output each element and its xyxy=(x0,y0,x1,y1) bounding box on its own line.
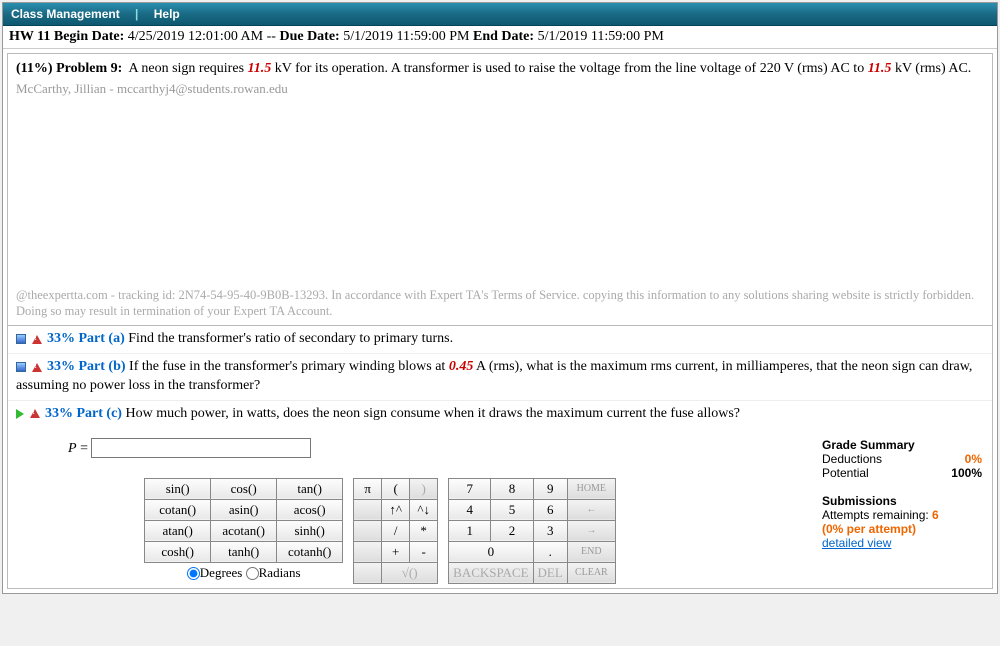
student-info: McCarthy, Jillian - mccarthyj4@students.… xyxy=(8,81,992,101)
key-atan[interactable]: atan() xyxy=(145,520,211,541)
key-home[interactable]: HOME xyxy=(567,478,615,499)
problem-box: (11%) Problem 9: A neon sign requires 11… xyxy=(7,53,993,589)
begin-date: 4/25/2019 12:01:00 AM xyxy=(128,29,263,44)
grade-summary: Grade Summary Deductions0% Potential100%… xyxy=(822,438,982,550)
end-label: End Date: xyxy=(473,29,534,44)
key-del[interactable]: DEL xyxy=(533,562,567,583)
key-3[interactable]: 3 xyxy=(533,520,567,541)
key-5[interactable]: 5 xyxy=(491,499,533,520)
menu-class-management[interactable]: Class Management xyxy=(11,7,120,21)
menu-bar: Class Management | Help xyxy=(3,3,997,26)
key-7[interactable]: 7 xyxy=(449,478,491,499)
status-icon xyxy=(16,362,26,372)
key-2[interactable]: 2 xyxy=(491,520,533,541)
value-fuse-current: 0.45 xyxy=(449,359,474,374)
key-8[interactable]: 8 xyxy=(491,478,533,499)
key-sin[interactable]: sin() xyxy=(145,478,211,499)
key-power-up[interactable]: ↑^ xyxy=(382,499,410,520)
part-b-row[interactable]: 33% Part (b) If the fuse in the transfor… xyxy=(8,353,992,400)
potential-value: 100% xyxy=(951,466,982,480)
menu-help[interactable]: Help xyxy=(154,7,180,21)
key-cos[interactable]: cos() xyxy=(211,478,277,499)
date-sep: -- xyxy=(267,29,276,44)
value-voltage-1: 11.5 xyxy=(248,61,272,76)
key-cosh[interactable]: cosh() xyxy=(145,541,211,562)
per-attempt: (0% per attempt) xyxy=(822,522,982,536)
key-6[interactable]: 6 xyxy=(533,499,567,520)
key-pi[interactable]: π xyxy=(354,478,382,499)
key-tan[interactable]: tan() xyxy=(277,478,343,499)
warning-icon xyxy=(32,363,42,372)
number-keypad: 789HOME 456← 123→ 0.END BACKSPACEDELCLEA… xyxy=(448,478,616,584)
answer-area: P = sin()cos()tan() cotan()asin()acos() … xyxy=(8,428,992,588)
key-plus[interactable]: + xyxy=(382,541,410,562)
warning-icon xyxy=(30,409,40,418)
key-blank xyxy=(354,499,382,520)
key-cotan[interactable]: cotan() xyxy=(145,499,211,520)
symbol-keypad: π() ↑^^↓ /* +- √() xyxy=(353,478,438,584)
key-4[interactable]: 4 xyxy=(449,499,491,520)
end-date: 5/1/2019 11:59:00 PM xyxy=(538,29,664,44)
due-date: 5/1/2019 11:59:00 PM xyxy=(343,29,469,44)
variable-label: P xyxy=(68,441,77,456)
hw-title: HW 11 xyxy=(9,29,50,44)
key-multiply[interactable]: * xyxy=(410,520,438,541)
answer-input[interactable] xyxy=(91,438,311,458)
radio-degrees[interactable] xyxy=(187,567,200,580)
value-voltage-2: 11.5 xyxy=(868,61,892,76)
due-label: Due Date: xyxy=(279,29,339,44)
key-1[interactable]: 1 xyxy=(449,520,491,541)
key-9[interactable]: 9 xyxy=(533,478,567,499)
status-icon xyxy=(16,334,26,344)
key-sinh[interactable]: sinh() xyxy=(277,520,343,541)
key-cotanh[interactable]: cotanh() xyxy=(277,541,343,562)
tracking-notice: @theexpertta.com - tracking id: 2N74-54-… xyxy=(8,281,992,326)
begin-label: Begin Date: xyxy=(54,29,124,44)
problem-statement: (11%) Problem 9: A neon sign requires 11… xyxy=(8,54,992,81)
key-0[interactable]: 0 xyxy=(449,541,533,562)
key-lparen[interactable]: ( xyxy=(382,478,410,499)
key-right[interactable]: → xyxy=(567,520,615,541)
problem-weight: (11%) xyxy=(16,61,53,76)
grade-title: Grade Summary xyxy=(822,438,915,452)
submissions-title: Submissions xyxy=(822,494,897,508)
key-minus[interactable]: - xyxy=(410,541,438,562)
key-clear[interactable]: CLEAR xyxy=(567,562,615,583)
active-icon xyxy=(16,409,24,419)
menu-divider: | xyxy=(131,7,142,21)
key-blank xyxy=(354,541,382,562)
attempts-remaining: 6 xyxy=(932,508,939,522)
part-a-row[interactable]: 33% Part (a) Find the transformer's rati… xyxy=(8,326,992,353)
assignment-bar: HW 11 Begin Date: 4/25/2019 12:01:00 AM … xyxy=(3,26,997,49)
warning-icon xyxy=(32,335,42,344)
key-acos[interactable]: acos() xyxy=(277,499,343,520)
deductions-value: 0% xyxy=(965,452,982,466)
radio-radians[interactable] xyxy=(246,567,259,580)
key-blank xyxy=(354,520,382,541)
part-c-row[interactable]: 33% Part (c) How much power, in watts, d… xyxy=(8,400,992,428)
key-divide[interactable]: / xyxy=(382,520,410,541)
key-dot[interactable]: . xyxy=(533,541,567,562)
mode-row: Degrees Radians xyxy=(144,563,343,581)
key-left[interactable]: ← xyxy=(567,499,615,520)
key-blank xyxy=(354,562,382,583)
key-power-down[interactable]: ^↓ xyxy=(410,499,438,520)
key-tanh[interactable]: tanh() xyxy=(211,541,277,562)
key-acotan[interactable]: acotan() xyxy=(211,520,277,541)
key-backspace[interactable]: BACKSPACE xyxy=(449,562,533,583)
detailed-view-link[interactable]: detailed view xyxy=(822,536,891,550)
key-asin[interactable]: asin() xyxy=(211,499,277,520)
key-sqrt[interactable]: √() xyxy=(382,562,438,583)
problem-label: Problem 9: xyxy=(56,61,122,76)
key-end[interactable]: END xyxy=(567,541,615,562)
function-keypad: sin()cos()tan() cotan()asin()acos() atan… xyxy=(144,478,343,563)
keypad: sin()cos()tan() cotan()asin()acos() atan… xyxy=(0,478,822,584)
key-rparen[interactable]: ) xyxy=(410,478,438,499)
